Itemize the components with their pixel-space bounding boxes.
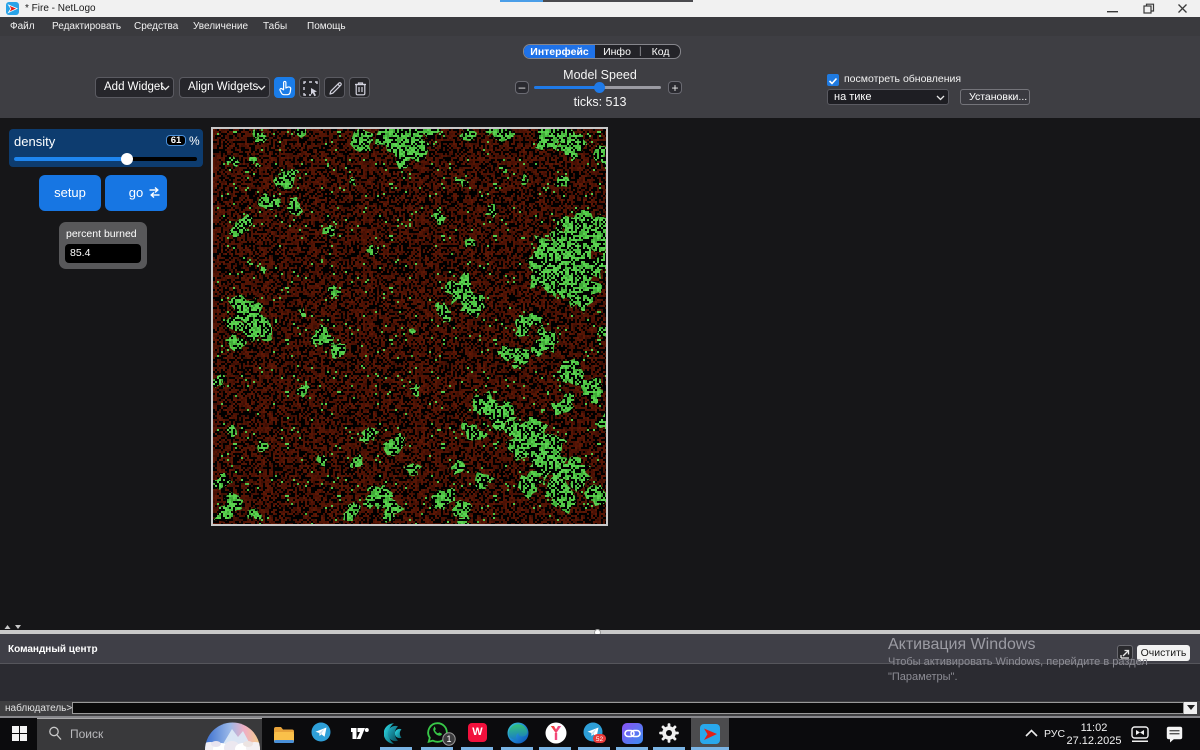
svg-text:52: 52	[596, 736, 604, 743]
svg-text:1: 1	[446, 734, 451, 744]
